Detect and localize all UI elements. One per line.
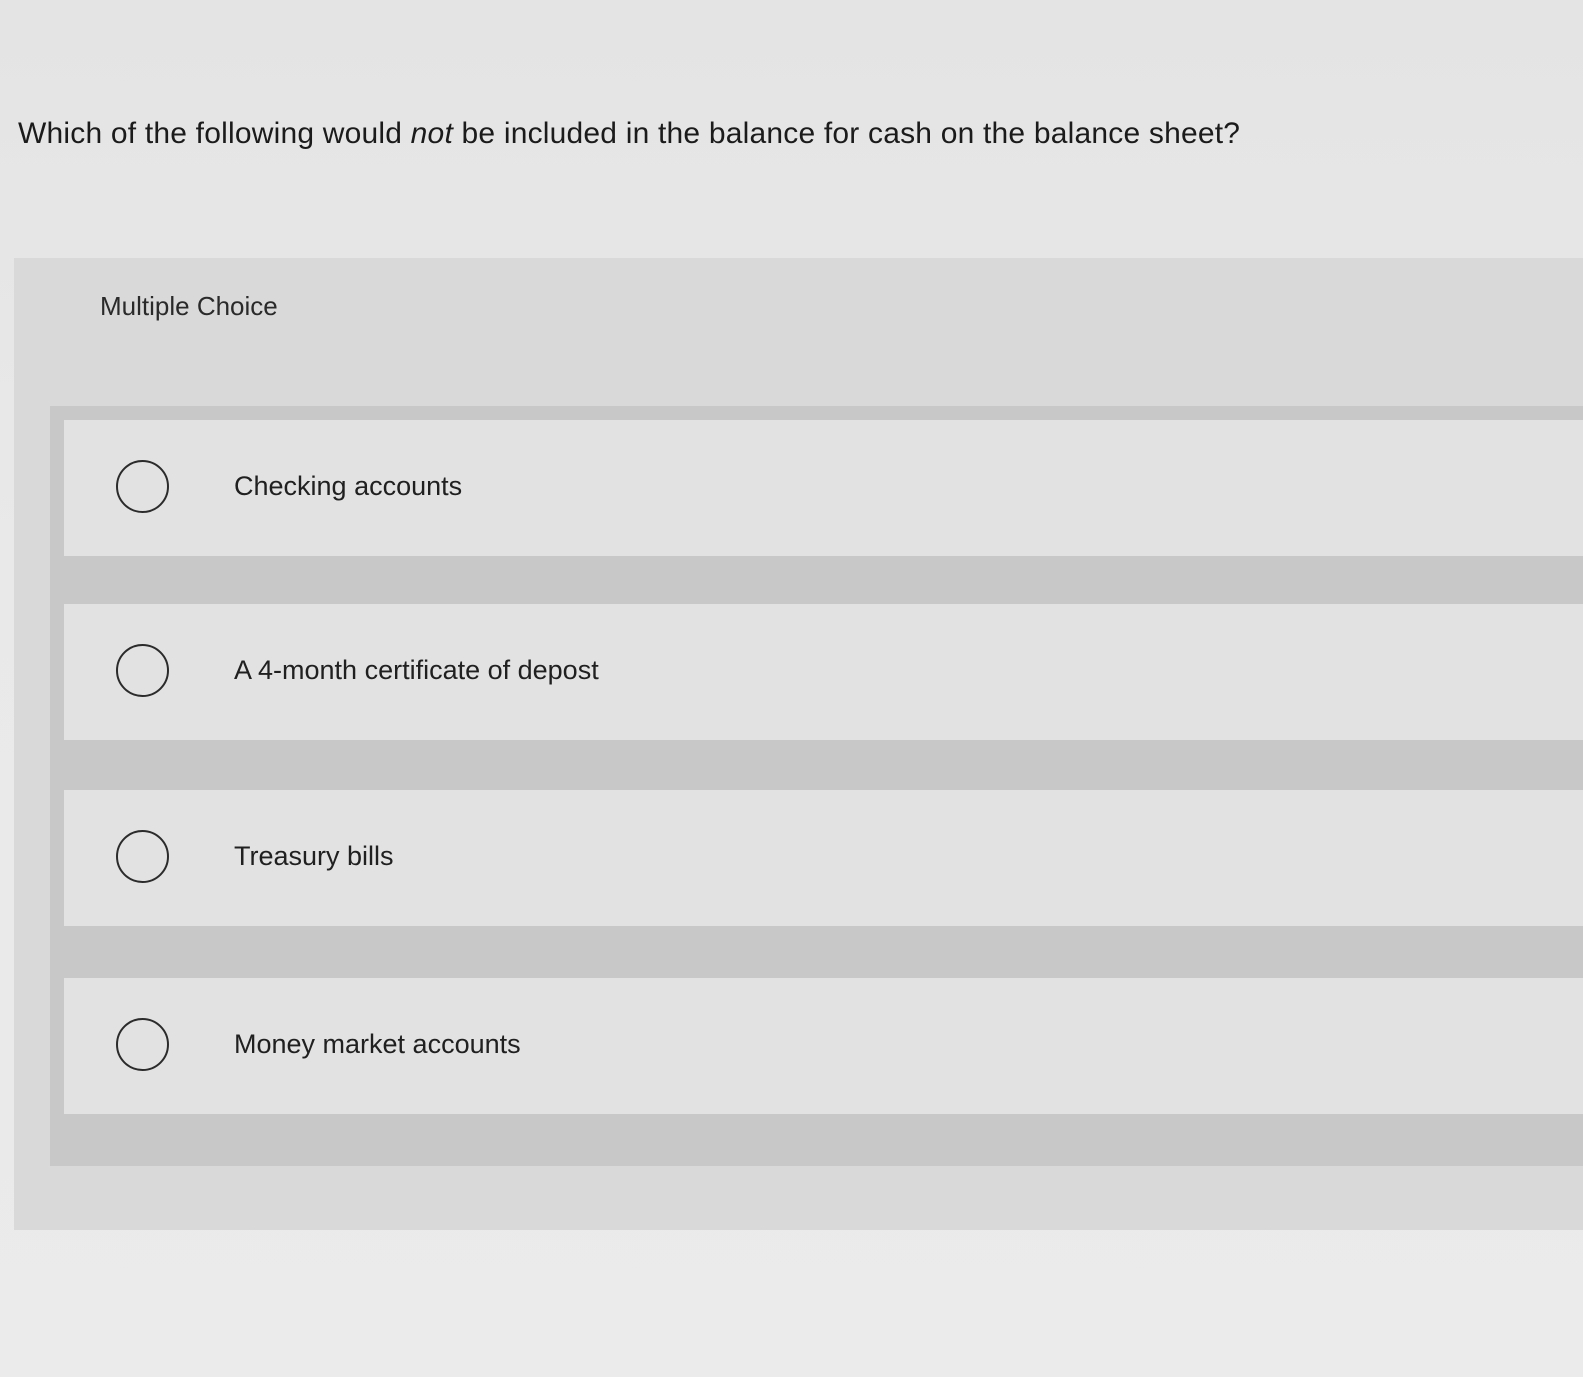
choice-option-checking-accounts[interactable]: Checking accounts	[64, 420, 1583, 556]
question-text-emphasis: not	[410, 117, 453, 150]
choice-label: Treasury bills	[234, 841, 394, 871]
radio-button-icon[interactable]	[116, 644, 169, 697]
question-text: Which of the following would not be incl…	[18, 114, 1558, 154]
question-text-after: be included in the balance for cash on t…	[452, 117, 1241, 150]
radio-button-icon[interactable]	[116, 1018, 169, 1071]
multiple-choice-panel: Multiple Choice Checking accounts A 4-mo…	[14, 258, 1583, 1230]
choice-option-money-market-accounts[interactable]: Money market accounts	[64, 978, 1583, 1114]
radio-button-icon[interactable]	[116, 830, 169, 883]
choice-label: A 4-month certificate of depost	[234, 655, 599, 685]
radio-button-icon[interactable]	[116, 460, 169, 513]
panel-title: Multiple Choice	[100, 291, 278, 321]
choice-option-certificate-of-deposit[interactable]: A 4-month certificate of depost	[64, 604, 1583, 740]
choice-option-treasury-bills[interactable]: Treasury bills	[64, 790, 1583, 926]
choice-list: Checking accounts A 4-month certificate …	[50, 406, 1583, 1166]
question-text-before: Which of the following would	[18, 117, 411, 150]
choice-label: Checking accounts	[234, 471, 463, 501]
choice-label: Money market accounts	[234, 1029, 521, 1059]
